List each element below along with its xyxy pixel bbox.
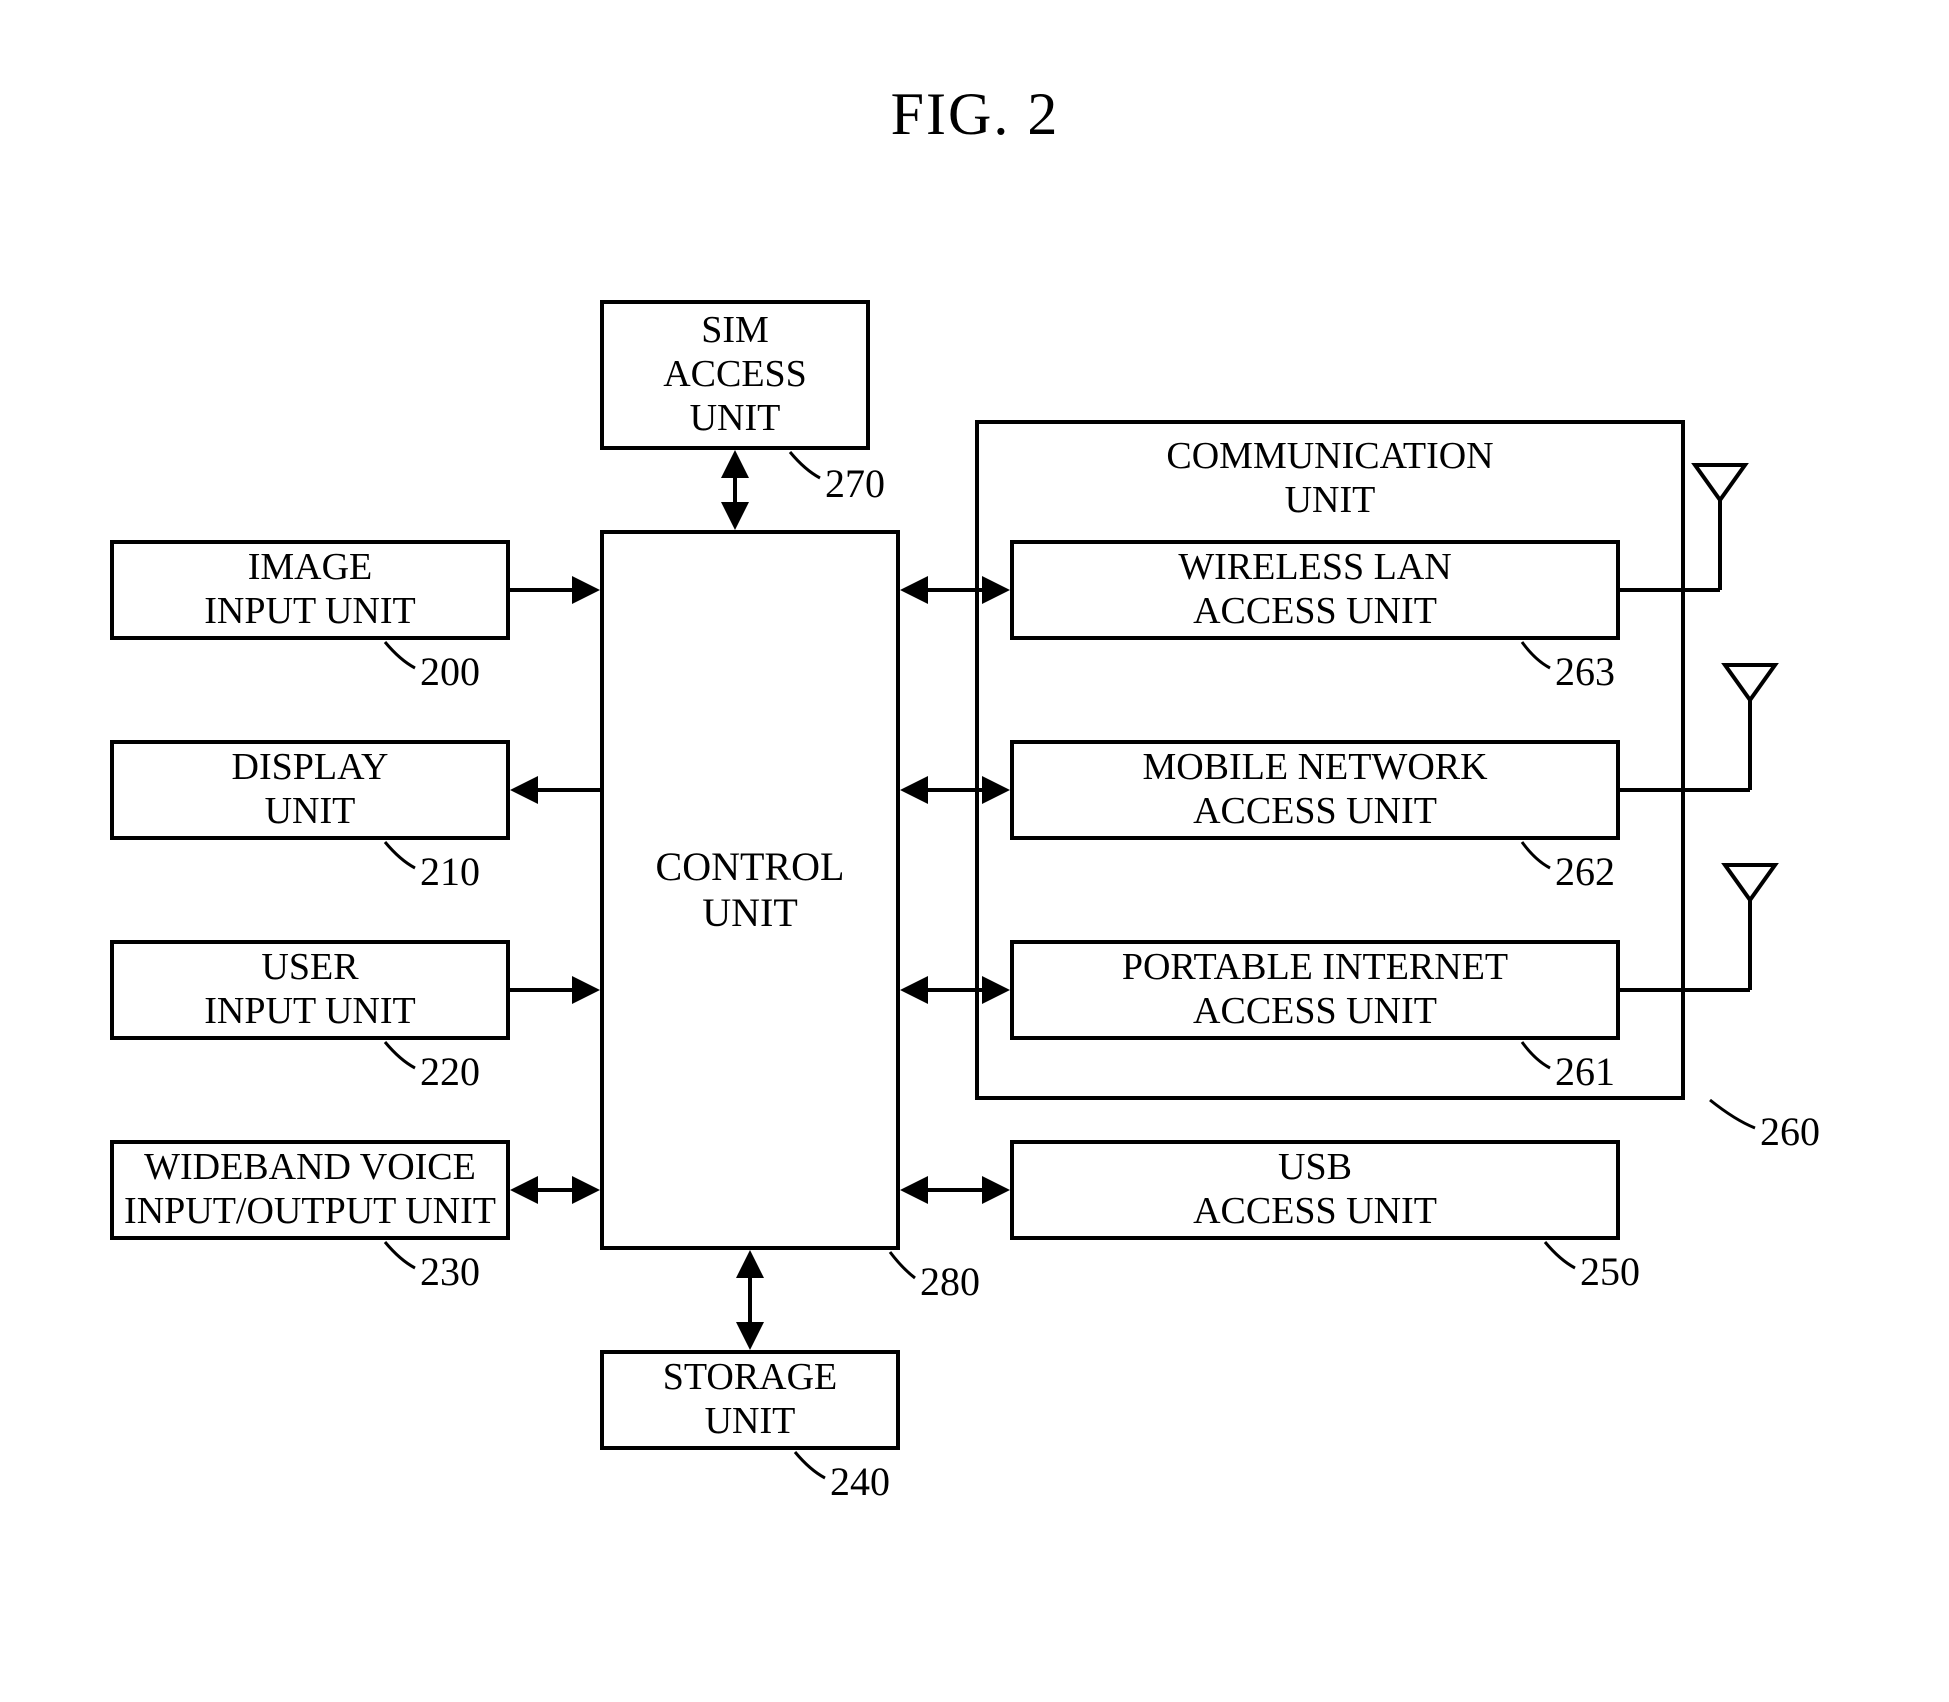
ref-voice: 230 <box>420 1248 480 1295</box>
ref-control: 280 <box>920 1258 980 1305</box>
ref-wlan: 263 <box>1555 648 1615 695</box>
block-voice: WIDEBAND VOICE INPUT/OUTPUT UNIT <box>110 1140 510 1240</box>
ref-mobile: 262 <box>1555 848 1615 895</box>
ref-sim: 270 <box>825 460 885 507</box>
block-wlan: WIRELESS LAN ACCESS UNIT <box>1010 540 1620 640</box>
ref-comm: 260 <box>1760 1108 1820 1155</box>
ref-user: 220 <box>420 1048 480 1095</box>
block-mobile: MOBILE NETWORK ACCESS UNIT <box>1010 740 1620 840</box>
ref-display: 210 <box>420 848 480 895</box>
block-image: IMAGE INPUT UNIT <box>110 540 510 640</box>
ref-storage: 240 <box>830 1458 890 1505</box>
block-control: CONTROL UNIT <box>600 530 900 1250</box>
block-sim: SIM ACCESS UNIT <box>600 300 870 450</box>
block-user: USER INPUT UNIT <box>110 940 510 1040</box>
comm-title: COMMUNICATION UNIT <box>1120 435 1540 522</box>
block-portable: PORTABLE INTERNET ACCESS UNIT <box>1010 940 1620 1040</box>
ref-portable: 261 <box>1555 1048 1615 1095</box>
block-display: DISPLAY UNIT <box>110 740 510 840</box>
ref-usb: 250 <box>1580 1248 1640 1295</box>
block-storage: STORAGE UNIT <box>600 1350 900 1450</box>
ref-image: 200 <box>420 648 480 695</box>
block-usb: USB ACCESS UNIT <box>1010 1140 1620 1240</box>
figure-title: FIG. 2 <box>800 80 1150 149</box>
